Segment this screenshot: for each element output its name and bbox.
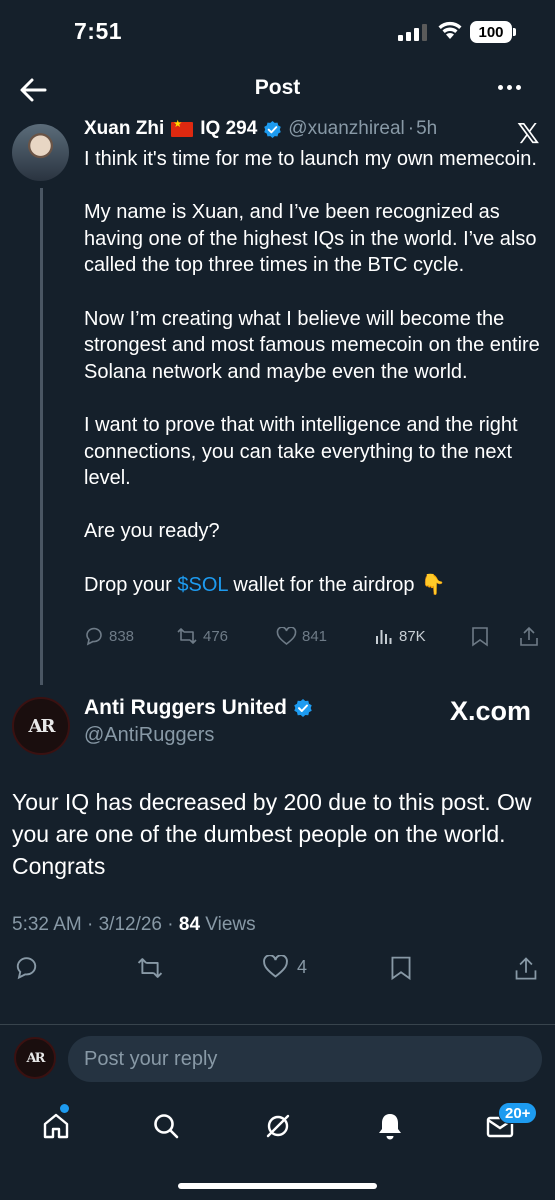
- home-icon: [43, 1113, 69, 1139]
- heart-icon: [263, 955, 288, 978]
- nav-home[interactable]: [36, 1106, 76, 1146]
- bookmark-button[interactable]: [390, 955, 412, 981]
- page-title: Post: [254, 76, 301, 99]
- china-flag-icon: [171, 119, 194, 137]
- battery-nub: [513, 28, 516, 36]
- views-count: 84: [178, 914, 201, 935]
- verified-badge-icon: [264, 120, 282, 138]
- avatar[interactable]: [12, 124, 69, 181]
- source-label: X.com: [450, 696, 532, 726]
- tweet-body: Your IQ has decreased by 200 due to this…: [12, 789, 532, 879]
- main-author-name-row: Anti Ruggers United: [84, 696, 313, 720]
- wifi-icon: [438, 21, 462, 39]
- views-count: 87K: [399, 627, 426, 645]
- heart-icon: [276, 626, 297, 645]
- tweet-paragraph: I want to prove that with intelligence a…: [84, 413, 518, 490]
- post-time: 5h: [416, 118, 438, 139]
- thread-line: [40, 188, 43, 685]
- quoted-tweet-header: Xuan Zhi IQ 294 @xuanzhireal · 5h: [84, 118, 437, 140]
- bottom-navigation: 20+: [0, 1098, 555, 1158]
- text-prefix: Drop your: [84, 573, 178, 596]
- nav-grok[interactable]: [258, 1106, 298, 1146]
- avatar-logo: AR: [26, 1050, 46, 1066]
- reply-stat: 838: [84, 626, 134, 646]
- retweet-icon: [137, 958, 163, 978]
- tweet-paragraph: Are you ready?: [84, 520, 220, 543]
- more-options-button[interactable]: [498, 85, 521, 90]
- avatar-logo: AR: [28, 715, 56, 737]
- views-stat: 87K: [374, 626, 426, 646]
- verified-badge-icon: [294, 699, 312, 717]
- author-name[interactable]: Xuan Zhi: [84, 118, 164, 140]
- reply-button[interactable]: [14, 955, 39, 980]
- retweet-icon: [177, 628, 197, 644]
- retweet-count: 476: [203, 627, 229, 645]
- share-icon: [515, 957, 537, 980]
- author-handle[interactable]: @xuanzhireal: [288, 118, 404, 140]
- reply-icon: [16, 957, 37, 980]
- author-handle[interactable]: @AntiRuggers: [84, 724, 214, 747]
- quoted-tweet-body: I think it's time for me to launch my ow…: [84, 146, 544, 625]
- cellular-signal-icon: [398, 24, 427, 41]
- search-icon: [154, 1114, 179, 1139]
- reply-icon: [86, 627, 102, 646]
- author-name[interactable]: Anti Ruggers United: [84, 696, 287, 720]
- retweet-button[interactable]: [136, 955, 164, 981]
- like-button[interactable]: 4: [262, 955, 307, 979]
- tweet-paragraph: I think it's time for me to launch my ow…: [84, 148, 537, 170]
- cashtag-link[interactable]: $SOL: [177, 574, 227, 596]
- analytics-icon: [376, 630, 392, 644]
- reply-count: 838: [109, 627, 135, 645]
- notification-dot: [60, 1104, 69, 1113]
- like-stat: 841: [276, 626, 328, 646]
- tweet-actions: 4: [0, 955, 555, 991]
- timestamp: 5:32 AM · 3/12/26 ·: [12, 914, 179, 935]
- back-arrow-icon[interactable]: [18, 76, 48, 104]
- bookmark-icon: [391, 956, 411, 981]
- grok-icon: [266, 1114, 290, 1138]
- home-indicator: [178, 1183, 377, 1189]
- battery-indicator: 100: [470, 21, 512, 43]
- retweet-stat: 476: [176, 626, 228, 646]
- tweet-paragraph-last: Drop your $SOL wallet for the airdrop 👇: [84, 572, 544, 599]
- like-count: 841: [302, 627, 328, 645]
- nav-notifications[interactable]: [370, 1106, 410, 1146]
- avatar[interactable]: AR: [12, 697, 70, 755]
- separator-dot: ·: [407, 118, 415, 139]
- pointing-down-emoji-icon: 👇: [420, 573, 446, 596]
- messages-badge: 20+: [498, 1102, 538, 1124]
- like-count: 4: [297, 956, 308, 977]
- status-time: 7:51: [74, 18, 123, 44]
- reply-input[interactable]: [68, 1036, 542, 1082]
- author-name-suffix: IQ 294: [200, 118, 258, 139]
- views-label[interactable]: Views: [200, 914, 255, 935]
- divider: [0, 1024, 555, 1025]
- text-suffix: wallet for the airdrop: [227, 573, 415, 596]
- tweet-paragraph: Now I’m creating what I believe will bec…: [84, 307, 540, 383]
- bookmark-icon: [472, 627, 488, 647]
- bell-icon: [379, 1114, 401, 1140]
- share-icon: [520, 626, 538, 646]
- share-button[interactable]: [514, 955, 538, 981]
- tweet-paragraph: My name is Xuan, and I’ve been recognize…: [84, 201, 537, 277]
- tweet-meta: 5:32 AM · 3/12/26 · 84 Views: [12, 914, 256, 936]
- nav-search[interactable]: [146, 1106, 186, 1146]
- avatar: AR: [14, 1037, 56, 1079]
